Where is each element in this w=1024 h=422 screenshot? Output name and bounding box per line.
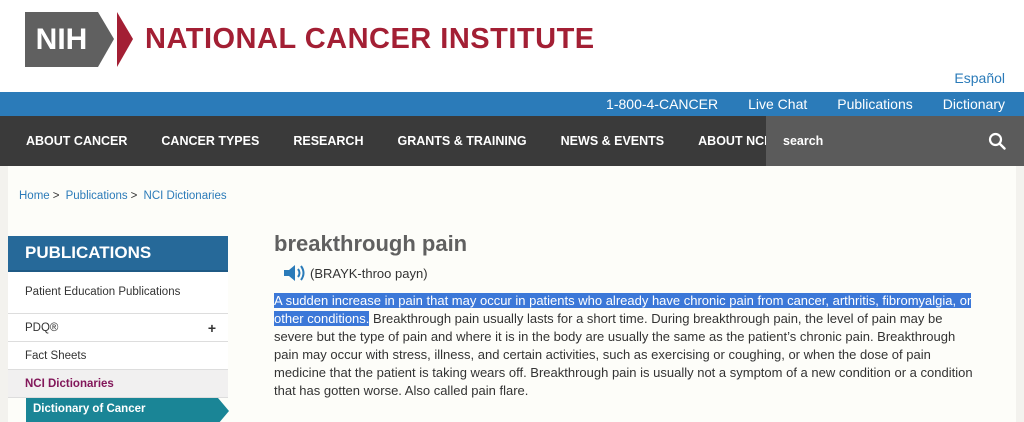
logo-chevron-gray xyxy=(98,12,114,67)
live-chat-link[interactable]: Live Chat xyxy=(748,96,807,112)
publications-link[interactable]: Publications xyxy=(837,96,913,112)
search-icon[interactable] xyxy=(988,132,1006,150)
pronunciation: (BRAYK-throo payn) xyxy=(282,263,428,283)
phone-link[interactable]: 1-800-4-CANCER xyxy=(606,96,718,112)
content-area: Home > Publications > NCI Dictionaries PUB… xyxy=(0,166,1024,422)
pronunciation-text: (BRAYK-throo payn) xyxy=(310,265,428,281)
institute-name: NATIONAL CANCER INSTITUTE xyxy=(145,23,595,55)
sidebar-item-pdq[interactable]: PDQ® + xyxy=(8,314,228,342)
dictionary-link[interactable]: Dictionary xyxy=(943,96,1005,112)
nav-news-events[interactable]: NEWS & EVENTS xyxy=(544,134,682,148)
sidebar-item-fact-sheets[interactable]: Fact Sheets xyxy=(8,342,228,370)
breadcrumb: Home > Publications > NCI Dictionaries xyxy=(19,190,227,202)
nav-grants-training[interactable]: GRANTS & TRAINING xyxy=(380,134,543,148)
sidebar-item-nci-dictionaries[interactable]: NCI Dictionaries xyxy=(8,370,228,398)
sidebar-item-label: Fact Sheets xyxy=(25,349,87,362)
search-placeholder: search xyxy=(783,134,824,148)
logo-chevron-red xyxy=(117,12,133,67)
search-input[interactable]: search xyxy=(766,116,1024,166)
espanol-link[interactable]: Español xyxy=(954,70,1005,86)
breadcrumb-publications[interactable]: Publications xyxy=(66,190,128,202)
definition-text: Breakthrough pain usually lasts for a sh… xyxy=(274,311,973,398)
breadcrumb-home[interactable]: Home xyxy=(19,190,50,202)
site-header: NIH NATIONAL CANCER INSTITUTE Español xyxy=(0,0,1024,92)
sidebar-item-label: NCI Dictionaries xyxy=(25,377,114,390)
nav-about-cancer[interactable]: ABOUT CANCER xyxy=(0,134,144,148)
term-title: breakthrough pain xyxy=(274,231,468,256)
breadcrumb-separator: > xyxy=(130,190,138,202)
main-nav: ABOUT CANCER CANCER TYPES RESEARCH GRANT… xyxy=(0,116,1024,166)
sidebar-title[interactable]: PUBLICATIONS xyxy=(8,236,228,272)
nav-research[interactable]: RESEARCH xyxy=(276,134,380,148)
sidebar: PUBLICATIONS Patient Education Publicati… xyxy=(8,236,228,398)
sidebar-item-label: Patient Education Publications xyxy=(25,286,181,298)
active-arrow-icon xyxy=(218,398,229,422)
sidebar-subitem-dictionary-of-cancer[interactable]: Dictionary of Cancer xyxy=(26,398,218,422)
breadcrumb-dictionaries[interactable]: NCI Dictionaries xyxy=(144,190,227,202)
sidebar-item-patient-education[interactable]: Patient Education Publications xyxy=(8,272,228,314)
nav-cancer-types[interactable]: CANCER TYPES xyxy=(144,134,276,148)
expand-plus-icon[interactable]: + xyxy=(208,320,216,336)
nci-logo[interactable]: NIH NATIONAL CANCER INSTITUTE xyxy=(25,12,595,67)
sidebar-item-label: PDQ® xyxy=(25,321,59,334)
speaker-icon[interactable] xyxy=(282,263,308,283)
breadcrumb-separator: > xyxy=(52,190,60,202)
term-definition: A sudden increase in pain that may occur… xyxy=(274,292,974,400)
nih-logo-box: NIH xyxy=(25,12,98,67)
utility-bar: 1-800-4-CANCER Live Chat Publications Di… xyxy=(0,92,1024,116)
